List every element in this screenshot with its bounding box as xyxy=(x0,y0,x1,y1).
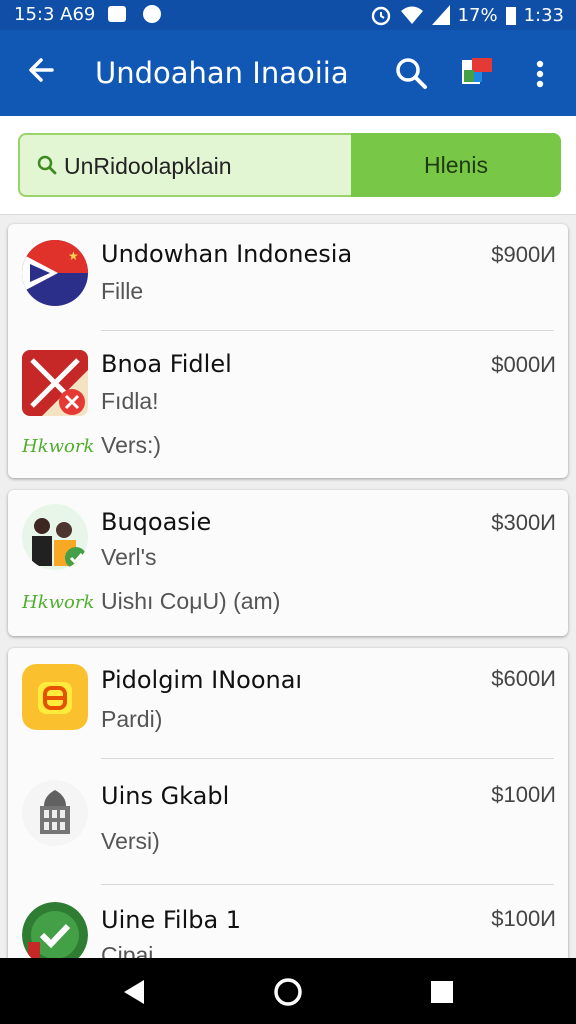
list-item[interactable]: Buqoasie Verl's Hkwork Uishı CoμU) (am) … xyxy=(8,490,568,636)
orange-app-icon xyxy=(22,664,88,730)
result-card: ★ Undowhan Indonesia Fille $900И Bnoa Fi… xyxy=(8,224,568,478)
divider xyxy=(101,884,554,885)
result-card: Pidolgim INoonaı Pardi) $600И Uins Gkabl… xyxy=(8,648,568,968)
building-icon xyxy=(22,780,88,846)
item-price: $900И xyxy=(491,242,556,267)
list-item[interactable]: ★ Undowhan Indonesia Fille $900И xyxy=(8,224,568,332)
item-price: $100И xyxy=(491,782,556,807)
nav-home-icon[interactable] xyxy=(272,976,304,1008)
item-name: Pidolgim INoonaı xyxy=(101,666,303,694)
nav-back-icon[interactable] xyxy=(118,976,150,1008)
item-price: $300И xyxy=(491,510,556,535)
divider xyxy=(101,758,554,759)
status-bar: 15:3 A69 17% 1:33 xyxy=(0,0,576,30)
item-subtitle: Versi) xyxy=(101,828,160,854)
flag-icon: ★ xyxy=(22,240,88,306)
search-button[interactable]: Hlenis xyxy=(351,133,561,197)
item-name: Uine Filba 1 xyxy=(101,906,242,934)
item-name: Uins Gkabl xyxy=(101,782,230,810)
search-button-label: Hlenis xyxy=(424,151,488,178)
item-tag: Hkwork xyxy=(22,436,95,457)
item-price: $600И xyxy=(491,666,556,691)
item-name: Buqoasie xyxy=(101,508,212,536)
back-arrow-icon[interactable] xyxy=(22,50,62,90)
divider xyxy=(101,330,554,331)
item-tag: Hkwork xyxy=(22,592,95,613)
item-name: Bnoa Fidlel xyxy=(101,350,232,378)
battery-level: 17% xyxy=(457,4,498,26)
status-time-right: 1:33 xyxy=(523,4,564,26)
item-price: $100И xyxy=(491,906,556,931)
signal-icon xyxy=(431,5,450,25)
item-subtitle: Verl's xyxy=(101,544,157,570)
navigation-bar xyxy=(0,958,576,1024)
status-time-left: 15:3 A69 xyxy=(14,4,96,25)
item-price: $000И xyxy=(491,352,556,377)
nav-recents-icon[interactable] xyxy=(426,976,458,1008)
map-icon xyxy=(22,350,88,416)
search-icon[interactable] xyxy=(392,54,430,92)
item-detail: Uishı CoμU) (am) xyxy=(101,588,281,614)
list-item[interactable]: Uine Filba 1 Cipai $100И xyxy=(8,886,568,968)
item-name: Undowhan Indonesia xyxy=(101,240,353,268)
search-field-icon xyxy=(37,155,57,175)
notification-circle-icon xyxy=(143,5,161,23)
item-subtitle: Fille xyxy=(101,278,144,304)
search-input-value: UnRidoolapklain xyxy=(64,153,232,179)
app-bar: Undoahan Inaoiia xyxy=(0,30,576,116)
alarm-icon xyxy=(371,6,390,26)
item-subtitle: Pardi) xyxy=(101,706,163,732)
item-subtitle: Fıdla! xyxy=(101,388,159,414)
list-item[interactable]: Pidolgim INoonaı Pardi) $600И xyxy=(8,648,568,758)
item-detail: Vers:) xyxy=(101,432,162,458)
page-title: Undoahan Inaoiia xyxy=(95,56,349,90)
notification-icon xyxy=(108,6,126,22)
svg-text:★: ★ xyxy=(68,249,79,263)
list-item[interactable]: Bnoa Fidlel Fıdla! Hkwork Vers:) $000И xyxy=(8,332,568,478)
wifi-icon xyxy=(400,6,423,24)
search-input[interactable]: UnRidoolapklain xyxy=(18,133,352,197)
search-area: UnRidoolapklain Hlenis xyxy=(0,116,576,215)
people-icon xyxy=(22,504,88,570)
flag-icon[interactable] xyxy=(460,56,494,88)
list-item[interactable]: Uins Gkabl Versi) $100И xyxy=(8,760,568,884)
result-card: Buqoasie Verl's Hkwork Uishı CoμU) (am) … xyxy=(8,490,568,636)
more-options-icon[interactable] xyxy=(526,54,554,94)
battery-icon xyxy=(505,7,516,25)
